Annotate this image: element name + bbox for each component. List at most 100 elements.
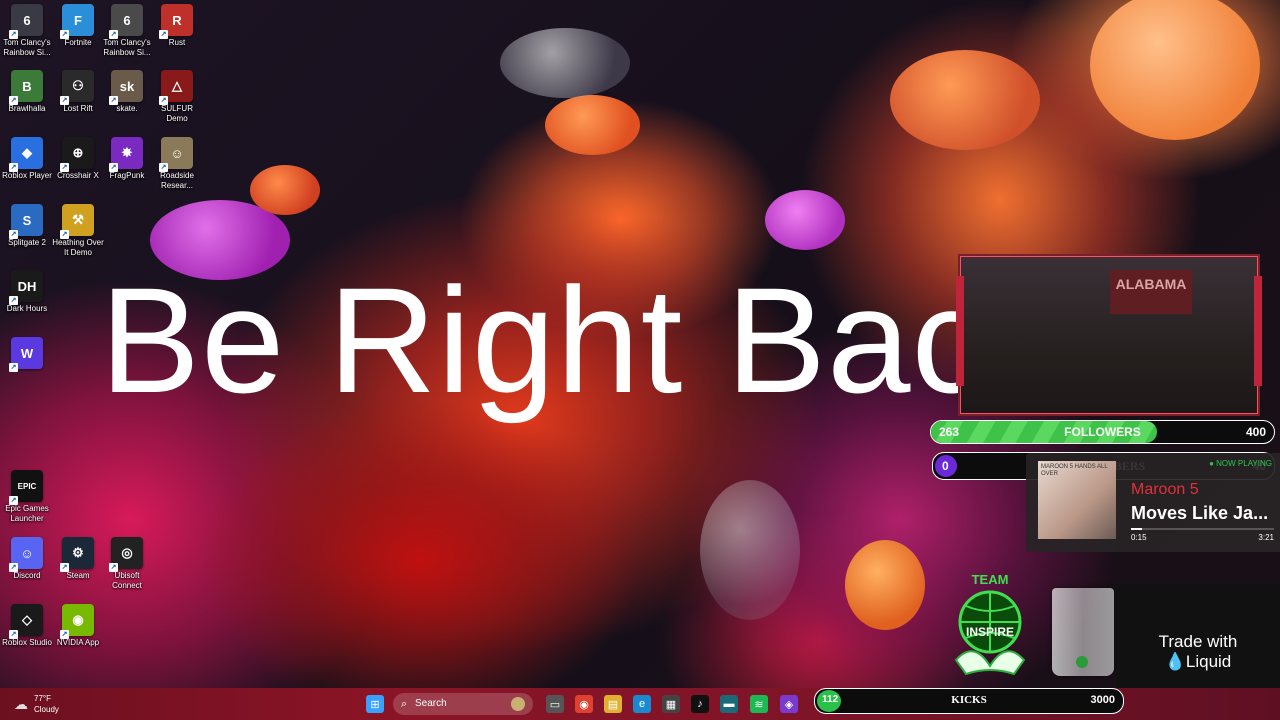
monitor-icon[interactable]: ▬ (720, 695, 738, 713)
fragpunk-icon: ✸ (109, 137, 143, 172)
desktop-shortcut[interactable]: BBrawlhalla (0, 66, 54, 114)
ad-line-2: 💧Liquid (1164, 652, 1232, 671)
desktop-shortcut[interactable]: 6Tom Clancy's Rainbow Si... (100, 0, 154, 58)
desktop-shortcut[interactable]: ✸FragPunk (100, 133, 154, 181)
task-view-icon[interactable]: ▭ (546, 695, 564, 713)
desktop-shortcut-label: Fortnite (64, 38, 92, 47)
store-icon[interactable]: ▦ (662, 695, 680, 713)
desktop-shortcut-label: Crosshair X (57, 171, 99, 180)
weather-temp: 77°F (34, 694, 51, 703)
desktop-shortcut-label: Lost Rift (63, 104, 93, 113)
album-art-text: MAROON 5 HANDS ALL OVER (1041, 464, 1108, 477)
epic-games-icon: EPIC (9, 470, 43, 505)
rainbow-six-icon: 6 (109, 4, 143, 39)
file-explorer-icon[interactable]: ▤ (604, 695, 622, 713)
desktop-shortcut[interactable]: ◉NVIDIA App (51, 600, 105, 648)
webcam-feed: ALABAMA (956, 254, 1262, 416)
crosshair-icon: ⊕ (60, 137, 94, 172)
desktop-shortcut[interactable]: W (0, 333, 54, 372)
desktop-shortcut-label: Splitgate 2 (8, 238, 46, 247)
ad-line-1: Trade with (1158, 632, 1238, 651)
song-progress-bar (1131, 528, 1274, 530)
brawlhalla-icon: B (9, 70, 43, 105)
desktop-shortcut-label: Tom Clancy's Rainbow Si... (3, 38, 51, 57)
kicks-goal-bar: 112 KICKS 3000 (814, 688, 1124, 714)
desktop-shortcut-label: Roblox Player (2, 171, 52, 180)
desktop-shortcut-label: NVIDIA App (56, 638, 100, 647)
wallpaper-blob (700, 480, 800, 620)
wallpaper-blob (500, 28, 630, 98)
wallpaper-blob (845, 540, 925, 630)
app-icon[interactable]: ◈ (780, 695, 798, 713)
kicks-label: KICKS (951, 694, 987, 706)
desktop-shortcut[interactable]: ◎Ubisoft Connect (100, 533, 154, 591)
wallpaper-blob (765, 190, 845, 250)
glass-emblem-icon (1076, 656, 1088, 668)
desktop-shortcut[interactable]: ⊕Crosshair X (51, 133, 105, 181)
now-playing-badge: ● NOW PLAYING (1209, 459, 1272, 468)
webcam-frame-left (956, 276, 964, 386)
wallpaper-blob (545, 95, 640, 155)
lost-rift-icon: ⚇ (60, 70, 94, 105)
desktop-shortcut[interactable]: DHDark Hours (0, 266, 54, 314)
desktop-shortcut[interactable]: ⚒Heathing Over It Demo (51, 200, 105, 258)
wemod-icon: W (9, 337, 43, 372)
desktop-shortcut-label: Discord (13, 571, 41, 580)
search-icon: ⌕ (401, 698, 408, 710)
discord-icon: ☺ (9, 537, 43, 572)
desktop-shortcut-label: Tom Clancy's Rainbow Si... (103, 38, 151, 57)
song-elapsed: 0:15 (1131, 533, 1147, 542)
cloud-icon: ☁ (14, 696, 28, 712)
desktop-shortcut[interactable]: SSplitgate 2 (0, 200, 54, 248)
nvidia-icon: ◉ (60, 604, 94, 639)
roblox-icon: ◆ (9, 137, 43, 172)
team-inspire-logo: TEAM INSPIRE (954, 572, 1026, 676)
desktop-shortcut[interactable]: EPICEpic Games Launcher (0, 466, 54, 524)
edge-icon[interactable]: e (633, 695, 651, 713)
desktop-shortcut-label: Brawlhalla (8, 104, 46, 113)
song-title: Moves Like Ja... (1131, 503, 1269, 523)
desktop-shortcut-label: Roblox Studio (2, 638, 52, 647)
rust-icon: R (159, 4, 193, 39)
ubisoft-icon: ◎ (109, 537, 143, 572)
chrome-icon[interactable]: ◉ (575, 695, 593, 713)
desktop-shortcut[interactable]: skskate. (100, 66, 154, 114)
followers-goal: 400 (1245, 425, 1266, 439)
song-duration: 3:21 (1258, 533, 1274, 542)
desktop-shortcut-label: Steam (66, 571, 90, 580)
tiktok-icon[interactable]: ♪ (691, 695, 709, 713)
desktop-shortcut[interactable]: ☺Roadside Resear... (150, 133, 204, 191)
desktop-shortcut[interactable]: ◆Roblox Player (0, 133, 54, 181)
now-playing-widget: MAROON 5 HANDS ALL OVER ● NOW PLAYING Ma… (1026, 453, 1280, 552)
webcam-frame-right (1254, 276, 1262, 386)
rainbow-six-icon: 6 (9, 4, 43, 39)
desktop-shortcut-label: Dark Hours (6, 304, 48, 313)
desktop-shortcut[interactable]: ◇Roblox Studio (0, 600, 54, 648)
desktop-shortcut-label: skate. (116, 104, 138, 113)
desktop-shortcut[interactable]: ⚙Steam (51, 533, 105, 581)
album-art: MAROON 5 HANDS ALL OVER (1038, 461, 1116, 539)
skate-icon: sk (109, 70, 143, 105)
spotify-icon[interactable]: ≋ (750, 695, 768, 713)
liquid-ad-panel: Trade with 💧Liquid (1116, 584, 1280, 690)
search-highlight-icon (511, 697, 525, 711)
desktop-shortcut[interactable]: FFortnite (51, 0, 105, 48)
desktop-shortcut[interactable]: 6Tom Clancy's Rainbow Si... (0, 0, 54, 58)
desktop-shortcut[interactable]: △SULFUR Demo (150, 66, 204, 124)
desktop-shortcut-label: Heathing Over It Demo (52, 238, 104, 257)
be-right-back-text: Be Right Back (100, 256, 1064, 424)
sulfur-icon: △ (159, 70, 193, 105)
song-progress-fill (1131, 528, 1142, 530)
desktop-shortcut[interactable]: ☺Discord (0, 533, 54, 581)
start-icon[interactable]: ⊞ (366, 695, 384, 713)
wallpaper-blob (890, 50, 1040, 150)
desktop-shortcut-label: SULFUR Demo (160, 104, 193, 123)
team-logo-bottom: INSPIRE (966, 625, 1014, 639)
team-logo-top: TEAM (972, 572, 1009, 587)
desktop-shortcut[interactable]: ⚇Lost Rift (51, 66, 105, 114)
taskbar-search[interactable]: ⌕ Search (393, 693, 533, 715)
followers-goal-bar: 263 FOLLOWERS 400 (930, 420, 1275, 444)
splitgate-icon: S (9, 204, 43, 239)
wallpaper-blob (1090, 0, 1260, 140)
desktop-shortcut[interactable]: RRust (150, 0, 204, 48)
